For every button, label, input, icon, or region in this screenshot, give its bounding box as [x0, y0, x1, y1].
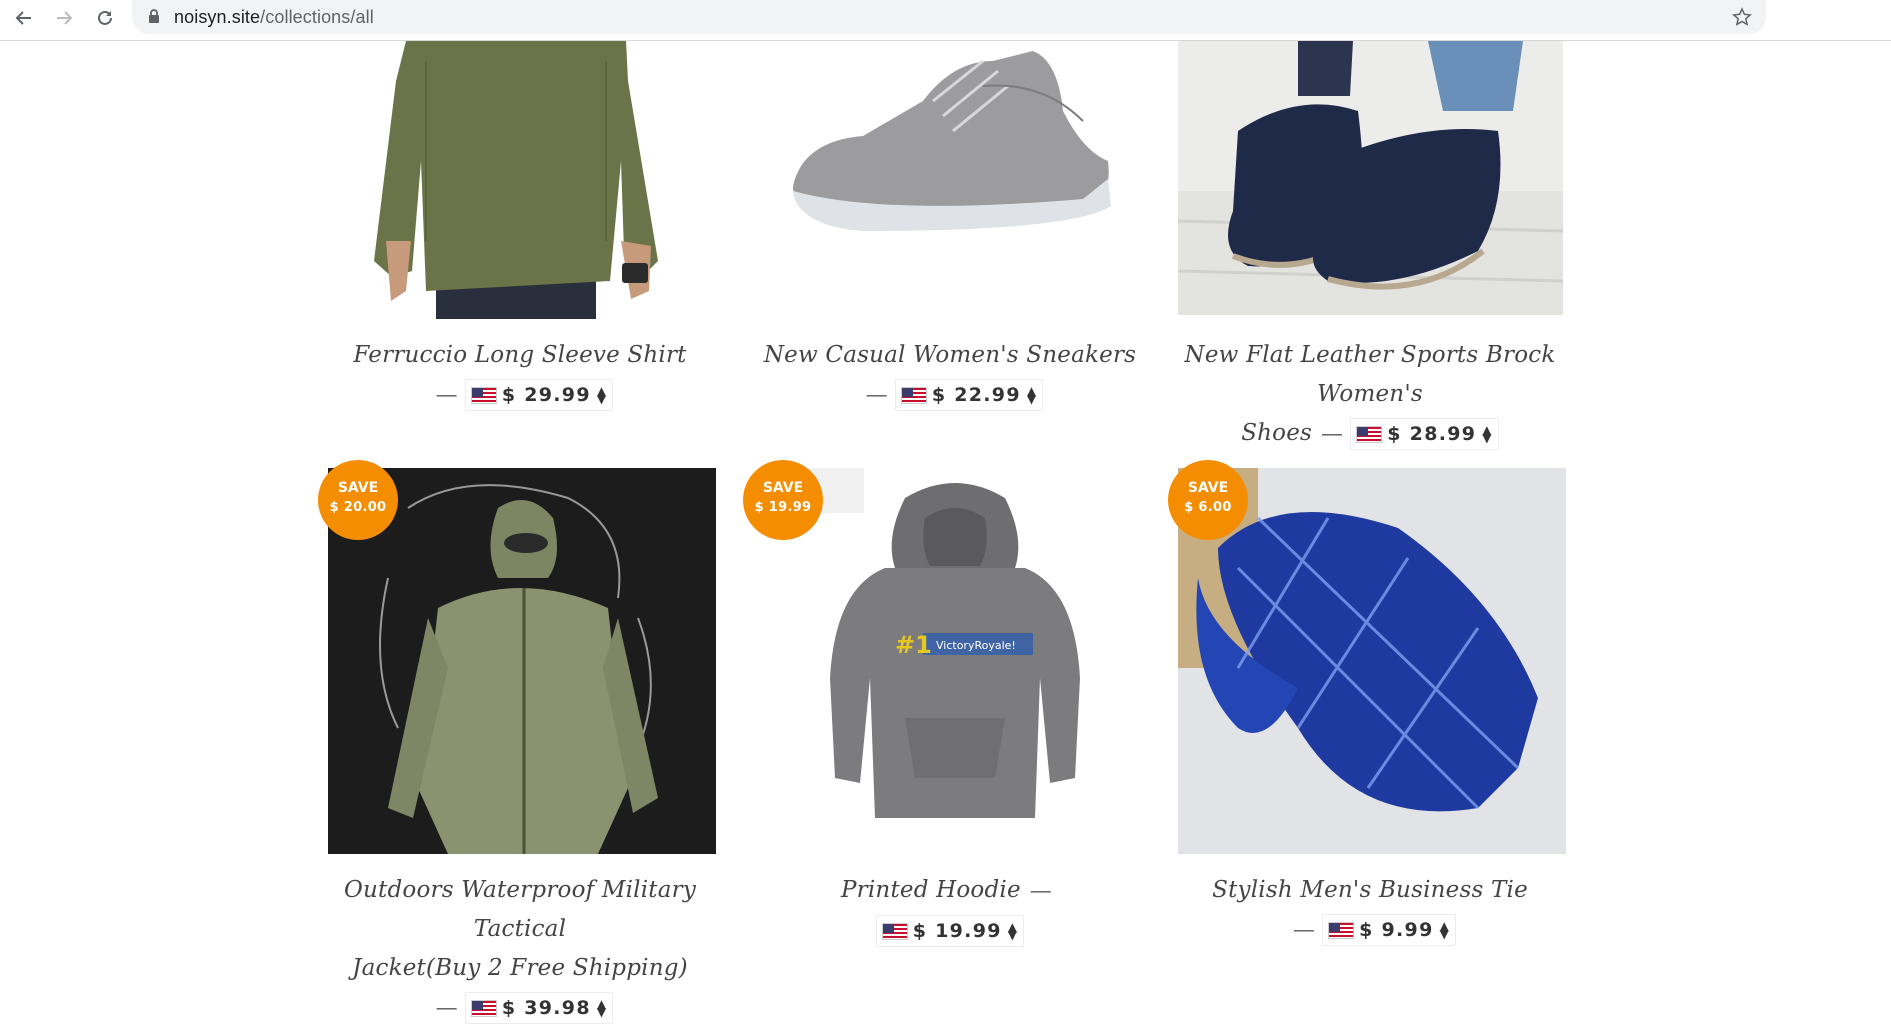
url-text: noisyn.site/collections/all	[174, 7, 374, 28]
us-flag-icon	[470, 386, 497, 404]
product-info: New Casual Women's Sneakers — $ 22.99 ▲ ▼	[760, 336, 1140, 415]
hoodie-print-text: VictoryRoyale!	[936, 639, 1016, 652]
sort-arrows-icon: ▲ ▼	[1026, 384, 1038, 406]
save-badge: SAVE $ 6.00	[1168, 460, 1248, 540]
currency-price-selector[interactable]: $ 28.99 ▲ ▼	[1350, 418, 1499, 450]
currency-price-selector[interactable]: $ 22.99 ▲ ▼	[894, 379, 1044, 411]
us-flag-icon	[900, 386, 927, 404]
product-title[interactable]: Printed Hoodie	[841, 877, 1021, 903]
product-image[interactable]	[783, 41, 1113, 241]
product-info: New Flat Leather Sports Brock Women's Sh…	[1160, 336, 1580, 454]
product-image[interactable]: #1 VictoryRoyale!	[825, 478, 1085, 838]
back-button[interactable]	[9, 3, 39, 33]
currency-price-selector[interactable]: $ 9.99 ▲ ▼	[1322, 914, 1457, 946]
badge-label: SAVE	[1187, 480, 1229, 496]
url-domain: noisyn.site	[174, 7, 261, 27]
separator: —	[1030, 880, 1051, 902]
badge-amount: $ 6.00	[1184, 500, 1232, 515]
product-image[interactable]	[366, 41, 666, 319]
reload-icon	[98, 10, 112, 25]
bookmark-star-icon[interactable]	[1732, 7, 1752, 27]
product-info: Outdoors Waterproof Military Tactical Ja…	[320, 871, 720, 1028]
product-price: $ 28.99	[1387, 422, 1477, 445]
separator: —	[436, 997, 457, 1019]
currency-price-selector[interactable]: $ 29.99 ▲ ▼	[464, 379, 614, 411]
badge-label: SAVE	[337, 480, 379, 496]
reload-button[interactable]	[90, 3, 120, 33]
separator: —	[1293, 919, 1315, 941]
sort-arrows-icon: ▲ ▼	[596, 384, 608, 406]
url-path: /collections/all	[260, 7, 374, 27]
product-price: $ 22.99	[931, 383, 1021, 406]
product-price: $ 29.99	[501, 383, 591, 406]
lock-icon	[149, 9, 159, 23]
product-price: $ 19.99	[912, 919, 1002, 942]
browser-toolbar: noisyn.site/collections/all	[0, 0, 1891, 41]
us-flag-icon	[1328, 921, 1355, 939]
currency-price-selector[interactable]: $ 39.98 ▲ ▼	[464, 992, 614, 1024]
separator: —	[436, 384, 457, 406]
product-image[interactable]	[1178, 41, 1563, 315]
sort-arrows-icon: ▲ ▼	[1439, 919, 1451, 941]
arrow-left-icon	[15, 11, 31, 25]
badge-label: SAVE	[762, 480, 804, 496]
forward-button[interactable]	[49, 3, 79, 33]
product-info: Ferruccio Long Sleeve Shirt — $ 29.99 ▲ ▼	[340, 336, 700, 415]
product-title[interactable]: New Casual Women's Sneakers	[764, 342, 1136, 368]
hoodie-print-number: #1	[895, 631, 932, 659]
product-title-cont[interactable]: Shoes	[1241, 420, 1312, 446]
product-title-cont[interactable]: Jacket(Buy 2 Free Shipping)	[352, 955, 688, 981]
us-flag-icon	[881, 922, 908, 940]
product-title[interactable]: Ferruccio Long Sleeve Shirt	[353, 342, 686, 368]
sort-arrows-icon: ▲ ▼	[1007, 920, 1019, 942]
currency-price-selector[interactable]: $ 19.99 ▲ ▼	[875, 915, 1025, 947]
save-badge: SAVE $ 19.99	[743, 460, 823, 540]
badge-amount: $ 20.00	[329, 500, 387, 515]
address-bar[interactable]: noisyn.site/collections/all	[132, 0, 1766, 34]
arrow-right-icon	[57, 11, 73, 25]
product-price: $ 9.99	[1359, 918, 1434, 941]
product-info: Stylish Men's Business Tie — $ 9.99 ▲ ▼	[1180, 871, 1560, 950]
us-flag-icon	[470, 999, 497, 1017]
product-title[interactable]: Outdoors Waterproof Military Tactical	[344, 877, 696, 942]
product-price: $ 39.98	[501, 996, 591, 1019]
sort-arrows-icon: ▲ ▼	[596, 997, 608, 1019]
product-info: Printed Hoodie — $ 19.99 ▲ ▼	[770, 871, 1130, 950]
separator: —	[866, 384, 887, 406]
badge-amount: $ 19.99	[754, 500, 812, 515]
sort-arrows-icon: ▲ ▼	[1482, 423, 1493, 445]
separator: —	[1322, 423, 1343, 445]
product-title[interactable]: Stylish Men's Business Tie	[1212, 877, 1528, 903]
us-flag-icon	[1356, 425, 1383, 443]
save-badge: SAVE $ 20.00	[318, 460, 398, 540]
product-title[interactable]: New Flat Leather Sports Brock Women's	[1185, 342, 1556, 407]
